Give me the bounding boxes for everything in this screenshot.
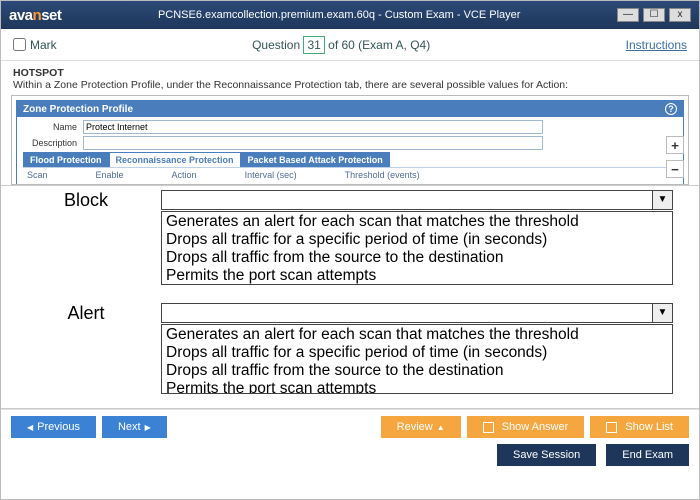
block-dropdown[interactable]: ▼ bbox=[161, 190, 673, 210]
alert-label: Alert bbox=[11, 303, 161, 394]
question-number: 31 bbox=[303, 36, 324, 54]
block-label: Block bbox=[11, 190, 161, 285]
prompt-body: Within a Zone Protection Profile, under … bbox=[13, 79, 687, 91]
name-label: Name bbox=[23, 122, 83, 132]
tab-flood[interactable]: Flood Protection bbox=[23, 152, 109, 167]
block-option[interactable]: Generates an alert for each scan that ma… bbox=[166, 213, 668, 231]
maximize-button[interactable]: ☐ bbox=[643, 8, 665, 22]
chevron-down-icon: ▼ bbox=[652, 304, 672, 322]
mark-label: Mark bbox=[30, 38, 57, 52]
col-scan: Scan bbox=[27, 170, 48, 180]
alert-dropdown[interactable]: ▼ bbox=[161, 303, 673, 323]
previous-button[interactable]: ◀Previous bbox=[11, 416, 96, 438]
instructions-link[interactable]: Instructions bbox=[626, 38, 687, 52]
help-icon[interactable]: ? bbox=[665, 103, 677, 115]
tab-reconnaissance[interactable]: Reconnaissance Protection bbox=[109, 152, 241, 167]
save-session-button[interactable]: Save Session bbox=[497, 444, 596, 466]
col-action: Action bbox=[172, 170, 197, 180]
tab-packet[interactable]: Packet Based Attack Protection bbox=[241, 152, 390, 167]
next-button[interactable]: Next▶ bbox=[102, 416, 167, 438]
alert-option[interactable]: Permits the port scan attempts bbox=[166, 380, 668, 394]
name-input[interactable] bbox=[83, 120, 543, 134]
col-threshold: Threshold (events) bbox=[345, 170, 420, 180]
block-option[interactable]: Drops all traffic for a specific period … bbox=[166, 231, 668, 249]
question-of: of 60 (Exam A, Q4) bbox=[325, 38, 430, 52]
mark-checkbox[interactable] bbox=[13, 38, 26, 51]
chevron-down-icon: ▼ bbox=[652, 191, 672, 209]
review-button[interactable]: Review ▲ bbox=[381, 416, 461, 438]
zoom-out-button[interactable]: − bbox=[666, 160, 684, 178]
desc-label: Description bbox=[23, 138, 83, 148]
end-exam-button[interactable]: End Exam bbox=[606, 444, 689, 466]
alert-option[interactable]: Generates an alert for each scan that ma… bbox=[166, 326, 668, 344]
minimize-button[interactable]: — bbox=[617, 8, 639, 22]
block-option[interactable]: Drops all traffic from the source to the… bbox=[166, 249, 668, 267]
block-option[interactable]: Permits the port scan attempts bbox=[166, 267, 668, 285]
alert-option[interactable]: Drops all traffic for a specific period … bbox=[166, 344, 668, 362]
window-title: PCNSE6.examcollection.premium.exam.60q -… bbox=[61, 9, 617, 21]
brand-logo: avanset bbox=[9, 7, 61, 24]
zoom-in-button[interactable]: + bbox=[666, 136, 684, 154]
col-enable: Enable bbox=[96, 170, 124, 180]
col-interval: Interval (sec) bbox=[245, 170, 297, 180]
show-answer-button[interactable]: Show Answer bbox=[467, 416, 585, 438]
question-label: Question bbox=[252, 38, 300, 52]
close-button[interactable]: x bbox=[669, 8, 691, 22]
prompt-header: HOTSPOT bbox=[13, 67, 687, 79]
alert-option[interactable]: Drops all traffic from the source to the… bbox=[166, 362, 668, 380]
desc-input[interactable] bbox=[83, 136, 543, 150]
zpp-title: Zone Protection Profile bbox=[23, 104, 133, 115]
show-list-button[interactable]: Show List bbox=[590, 416, 689, 438]
